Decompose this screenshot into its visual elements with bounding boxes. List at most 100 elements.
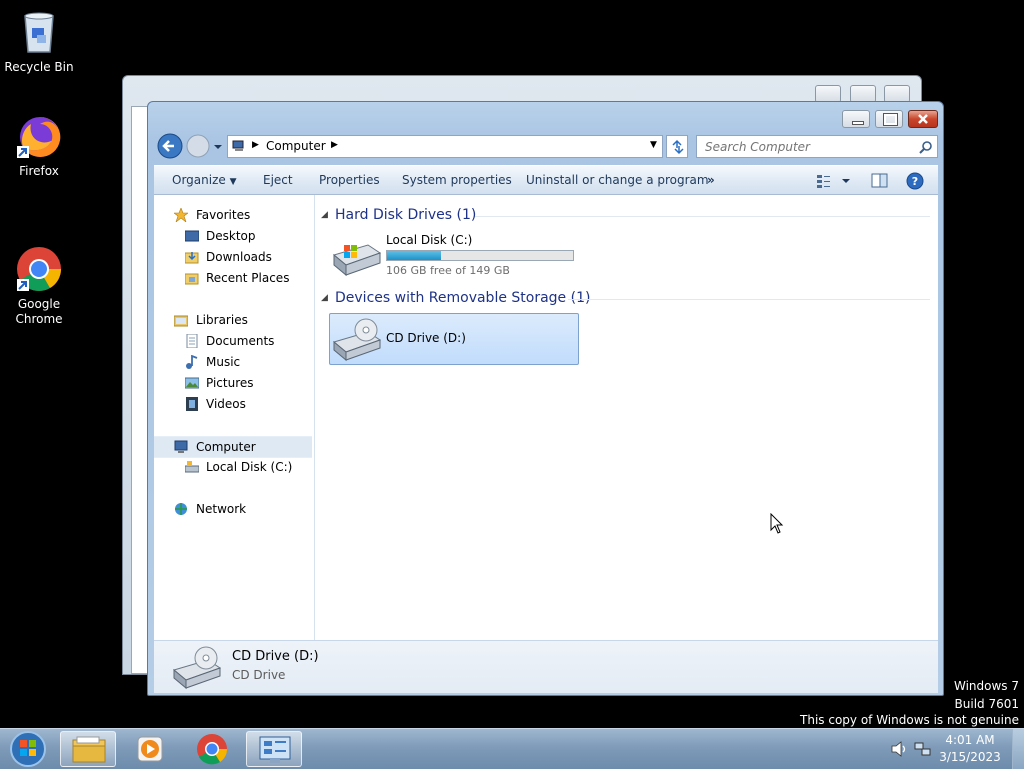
drive-item-cd-drive[interactable]: CD Drive (D:) xyxy=(329,313,579,365)
explorer-icon xyxy=(72,736,106,763)
nav-item-downloads[interactable]: Downloads xyxy=(154,247,312,267)
watermark-line: Windows 7 xyxy=(953,679,1019,693)
pictures-icon xyxy=(185,377,199,389)
command-bar: Organize ▼ Eject Properties System prope… xyxy=(154,165,938,195)
nav-item-music[interactable]: Music xyxy=(154,352,312,372)
more-commands-button[interactable]: » xyxy=(707,173,715,187)
disk-usage-bar xyxy=(386,250,574,261)
taskbar-media-player-button[interactable] xyxy=(122,731,178,767)
organize-button[interactable]: Organize ▼ xyxy=(172,173,237,187)
explorer-window[interactable]: ▶ Computer ▶ ▼ Organize ▼ Eject Properti… xyxy=(147,101,944,696)
taskbar-control-panel-button[interactable] xyxy=(246,731,302,767)
group-header-hard-disk[interactable]: Hard Disk Drives (1) xyxy=(335,207,476,223)
address-dropdown-icon[interactable]: ▼ xyxy=(650,140,657,150)
chevron-down-icon: ▼ xyxy=(229,177,237,187)
show-desktop-button[interactable] xyxy=(1012,729,1024,769)
nav-item-videos[interactable]: Videos xyxy=(154,394,312,414)
recycle-bin-icon xyxy=(15,8,63,56)
drive-item-local-disk[interactable]: Local Disk (C:) 106 GB free of 149 GB xyxy=(329,229,579,277)
breadcrumb-computer[interactable]: Computer xyxy=(266,139,326,153)
nav-item-computer[interactable]: Computer xyxy=(154,436,312,458)
refresh-button[interactable] xyxy=(666,135,688,158)
cd-drive-icon xyxy=(172,646,222,690)
nav-item-libraries[interactable]: Libraries xyxy=(154,310,312,330)
libraries-icon xyxy=(174,315,188,327)
drive-name: Local Disk (C:) xyxy=(386,233,473,247)
details-pane: CD Drive (D:) CD Drive xyxy=(154,640,938,693)
close-button[interactable] xyxy=(908,110,938,128)
firefox-icon xyxy=(15,112,63,160)
documents-icon xyxy=(186,334,198,348)
uninstall-program-button[interactable]: Uninstall or change a program xyxy=(526,173,709,187)
desktop-icon-firefox[interactable]: Firefox xyxy=(1,112,77,179)
search-box[interactable] xyxy=(696,135,938,158)
computer-icon xyxy=(174,440,188,453)
recent-pages-dropdown[interactable] xyxy=(213,142,223,152)
help-icon[interactable]: ? xyxy=(906,172,924,190)
drive-free-space: 106 GB free of 149 GB xyxy=(386,264,510,277)
control-panel-icon xyxy=(259,736,291,763)
close-icon xyxy=(918,114,928,124)
local-disk-icon xyxy=(185,461,199,473)
details-item-name: CD Drive (D:) xyxy=(232,649,319,664)
desktop-icon-chrome[interactable]: Google Chrome xyxy=(1,215,77,342)
nav-item-desktop[interactable]: Desktop xyxy=(154,226,312,246)
nav-item-local-disk[interactable]: Local Disk (C:) xyxy=(154,457,312,477)
clock-date[interactable]: 3/15/2023 xyxy=(930,750,1010,764)
content-pane: ◢ Hard Disk Drives (1) Local Disk (C:) 1… xyxy=(315,195,938,640)
breadcrumb-separator-icon: ▶ xyxy=(252,140,259,150)
nav-item-pictures[interactable]: Pictures xyxy=(154,373,312,393)
watermark-line: This copy of Windows is not genuine xyxy=(800,713,1019,727)
volume-icon[interactable] xyxy=(890,741,908,757)
desktop-icon-label: Recycle Bin xyxy=(4,60,74,74)
back-button[interactable] xyxy=(156,132,184,160)
mouse-cursor-icon xyxy=(770,513,784,534)
network-icon xyxy=(175,503,187,515)
chrome-icon xyxy=(15,230,63,291)
taskbar-chrome-button[interactable] xyxy=(184,731,240,767)
group-header-removable[interactable]: Devices with Removable Storage (1) xyxy=(335,290,590,306)
chrome-icon xyxy=(197,734,228,765)
desktop-icon-label: Firefox xyxy=(19,164,59,178)
preview-pane-icon[interactable] xyxy=(871,173,889,189)
recent-places-icon xyxy=(185,273,199,285)
view-options-icon[interactable] xyxy=(816,173,850,189)
details-item-type: CD Drive xyxy=(232,668,286,682)
drive-name: CD Drive (D:) xyxy=(386,331,466,345)
search-input[interactable] xyxy=(703,138,907,156)
group-divider xyxy=(475,216,930,217)
star-icon xyxy=(174,208,188,222)
cd-drive-icon xyxy=(332,318,382,362)
minimize-button[interactable] xyxy=(842,110,870,128)
collapse-group-icon[interactable]: ◢ xyxy=(321,210,328,220)
properties-button[interactable]: Properties xyxy=(319,173,380,187)
collapse-group-icon[interactable]: ◢ xyxy=(321,293,328,303)
svg-text:?: ? xyxy=(912,175,918,188)
system-properties-button[interactable]: System properties xyxy=(402,173,512,187)
maximize-button[interactable] xyxy=(875,110,903,128)
desktop-icon-label: Google Chrome xyxy=(15,297,63,326)
start-orb-icon[interactable] xyxy=(8,729,48,769)
hard-drive-icon xyxy=(332,244,382,277)
nav-item-documents[interactable]: Documents xyxy=(154,331,312,351)
taskbar: 4:01 AM 3/15/2023 xyxy=(0,728,1024,769)
address-bar[interactable]: ▶ Computer ▶ ▼ xyxy=(227,135,663,158)
navigation-pane: Favorites Desktop Downloads Recent Place… xyxy=(154,195,315,640)
disk-usage-fill xyxy=(387,251,441,260)
downloads-folder-icon xyxy=(185,252,199,264)
nav-item-network[interactable]: Network xyxy=(154,499,312,519)
refresh-icon xyxy=(672,139,684,155)
desktop-icon-recycle-bin[interactable]: Recycle Bin xyxy=(1,8,77,75)
search-icon xyxy=(919,141,932,154)
nav-item-favorites[interactable]: Favorites xyxy=(154,205,312,225)
forward-button[interactable] xyxy=(184,132,212,160)
music-icon xyxy=(186,355,198,369)
taskbar-explorer-button[interactable] xyxy=(60,731,116,767)
clock-time[interactable]: 4:01 AM xyxy=(930,733,1010,747)
watermark-line: Build 7601 xyxy=(954,697,1019,711)
breadcrumb-separator-icon: ▶ xyxy=(331,140,338,150)
desktop-icon xyxy=(185,230,199,242)
nav-item-recent-places[interactable]: Recent Places xyxy=(154,268,312,288)
videos-icon xyxy=(186,397,198,411)
eject-button[interactable]: Eject xyxy=(263,173,293,187)
